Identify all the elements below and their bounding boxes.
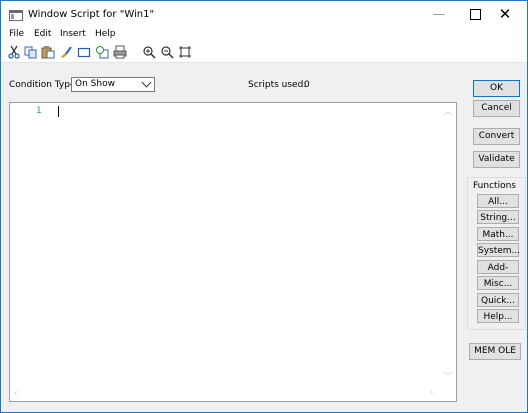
window-icon [9,10,23,21]
functions-misc-button[interactable]: Misc... [477,276,519,290]
line-number: 1 [36,106,42,116]
cancel-button[interactable]: Cancel [473,100,520,117]
ok-button[interactable]: OK [473,80,520,97]
functions-quick-button[interactable]: Quick... [477,293,519,307]
maximize-icon [469,9,481,20]
menu-bar: File Edit Insert Help [1,28,527,42]
script-editor[interactable]: 1 ︿ ﹀ ‹ › [9,102,457,402]
print-icon[interactable] [113,45,127,59]
toolbar [1,42,527,63]
fit-icon[interactable] [178,45,192,59]
condition-type-select[interactable]: On Show [71,77,155,92]
copy-icon[interactable] [24,45,38,59]
scroll-up-icon[interactable]: ︿ [444,106,452,117]
mem-ole-button[interactable]: MEM OLE [469,343,521,360]
functions-help-button[interactable]: Help... [477,309,519,323]
scroll-down-icon[interactable]: ﹀ [444,371,452,382]
zoom-in-icon[interactable] [142,45,156,59]
functions-addons-button[interactable]: Add-ons... [477,260,519,287]
functions-label: Functions [473,181,516,191]
cut-icon[interactable] [7,45,21,59]
close-button[interactable]: ✕ [483,1,527,28]
chevron-down-icon [141,77,152,88]
menu-edit[interactable]: Edit [34,29,51,39]
convert-button[interactable]: Convert [473,128,520,145]
script-window: Window Script for "Win1" — ✕ File Edit I… [0,0,528,413]
condition-type-label: Condition Type: [9,80,79,90]
brush-icon[interactable] [59,45,73,59]
validate-button[interactable]: Validate [473,151,520,168]
condition-type-value: On Show [75,79,115,89]
rectangle-icon[interactable] [77,45,91,59]
menu-insert[interactable]: Insert [60,29,86,39]
horizontal-scrollbar[interactable]: ‹ › [10,385,440,401]
functions-system-button[interactable]: System... [477,243,520,257]
scroll-left-icon[interactable]: ‹ [14,388,17,397]
scripts-used-count: 0 [304,80,310,90]
text-caret [58,106,59,117]
scroll-right-icon[interactable]: › [430,388,433,397]
objects-icon[interactable] [95,45,109,59]
window-title: Window Script for "Win1" [28,9,155,20]
functions-math-button[interactable]: Math... [477,227,519,241]
zoom-out-icon[interactable] [160,45,174,59]
scripts-used-label: Scripts used: [248,80,307,90]
functions-string-button[interactable]: String... [477,210,519,224]
title-bar: Window Script for "Win1" — ✕ [1,1,527,28]
functions-all-button[interactable]: All... [477,194,519,208]
paste-icon[interactable] [41,45,55,59]
menu-file[interactable]: File [9,29,24,39]
menu-help[interactable]: Help [95,29,116,39]
vertical-scrollbar[interactable]: ︿ ﹀ [440,103,456,385]
